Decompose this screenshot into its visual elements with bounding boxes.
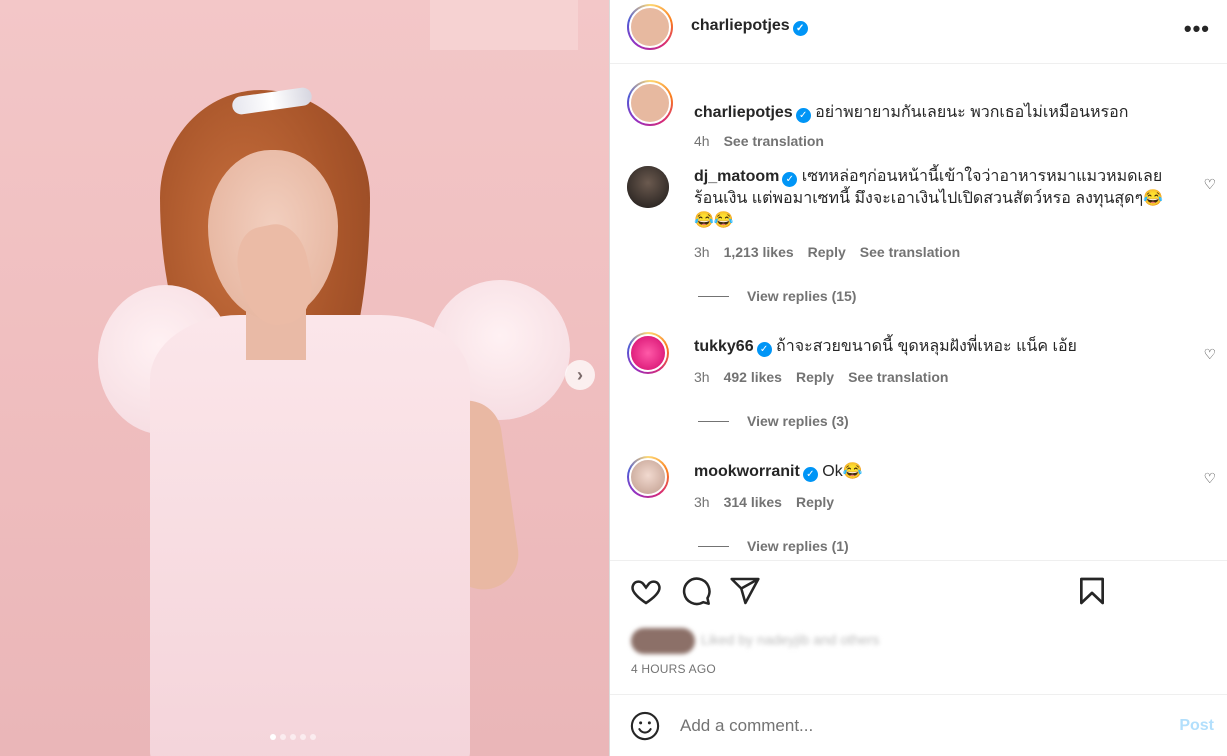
dress — [150, 315, 470, 756]
commenter-username[interactable]: tukky66 — [694, 338, 754, 355]
see-translation-link[interactable]: See translation — [724, 133, 824, 149]
caption-text: อย่าพยายามกันเลยนะ พวกเธอไม่เหมือนหรอก — [815, 104, 1129, 121]
comment-meta: 3h 314 likes Reply — [694, 494, 834, 510]
carousel-dot — [290, 734, 296, 740]
commenter-username[interactable]: mookworranit — [694, 463, 800, 480]
commenter-username[interactable]: dj_matoom — [694, 168, 779, 185]
liker-avatars — [631, 628, 695, 654]
reply-button[interactable]: Reply — [796, 369, 834, 385]
commenter-avatar[interactable] — [627, 332, 669, 374]
comment-body: dj_matoom ✓ เซทหล่อๆก่อนหน้านี้เข้าใจว่าอ… — [694, 166, 1174, 232]
caption-avatar[interactable] — [627, 80, 673, 126]
carousel-dot — [270, 734, 276, 740]
carousel-dot — [310, 734, 316, 740]
view-replies-label[interactable]: View replies (15) — [747, 288, 856, 304]
more-horizontal-icon[interactable]: ••• — [1184, 16, 1210, 42]
comment-meta: 3h 1,213 likes Reply See translation — [694, 244, 960, 260]
heart-icon[interactable] — [630, 575, 662, 607]
view-replies-label[interactable]: View replies (1) — [747, 538, 849, 554]
comment-body: tukky66 ✓ ถ้าจะสวยขนาดนี้ ขุดหลุมฝังพี่เห… — [694, 336, 1174, 358]
emoji-smile-icon[interactable] — [630, 711, 660, 741]
post-image[interactable]: › — [0, 0, 609, 756]
bookmark-icon[interactable] — [1076, 575, 1108, 607]
liked-by-text[interactable]: Liked by nadeyjib and others — [701, 632, 879, 648]
reply-button[interactable]: Reply — [796, 494, 834, 510]
view-replies-button[interactable]: View replies (3) — [698, 413, 849, 429]
commenter-avatar[interactable] — [627, 456, 669, 498]
next-image-chevron-right-icon[interactable]: › — [565, 360, 595, 390]
comment-icon[interactable] — [680, 575, 712, 607]
verified-badge-icon: ✓ — [792, 21, 808, 36]
comment-text: Ok😂 — [822, 463, 863, 480]
post-sidebar: charliepotjes ✓ ••• charliepotjes ✓ อย่าพย… — [609, 0, 1227, 756]
replies-line — [698, 420, 729, 422]
action-bar — [610, 560, 1227, 626]
reply-button[interactable]: Reply — [808, 244, 846, 260]
comment-time: 3h — [694, 244, 710, 260]
verified-badge-icon: ✓ — [756, 342, 772, 357]
post-time: 4 HOURS AGO — [631, 662, 716, 676]
comment-likes[interactable]: 314 likes — [724, 494, 782, 510]
verified-badge-icon: ✓ — [802, 467, 818, 482]
replies-line — [698, 295, 729, 297]
author-username[interactable]: charliepotjes ✓ — [691, 17, 808, 36]
commenter-avatar[interactable] — [627, 166, 669, 208]
comment-like-heart-icon[interactable]: ♡ — [1203, 346, 1216, 363]
comment-time: 3h — [694, 369, 710, 385]
liked-by[interactable]: Liked by nadeyjib and others — [631, 628, 879, 654]
post-header: charliepotjes ✓ ••• — [610, 0, 1227, 64]
comment-likes[interactable]: 492 likes — [724, 369, 782, 385]
comment-bar: Post — [610, 694, 1227, 756]
see-translation-link[interactable]: See translation — [860, 244, 960, 260]
comment-input[interactable] — [680, 713, 1140, 739]
view-replies-button[interactable]: View replies (1) — [698, 538, 849, 554]
carousel-dot — [280, 734, 286, 740]
share-icon[interactable] — [729, 575, 761, 607]
replies-line — [698, 545, 729, 547]
view-replies-label[interactable]: View replies (3) — [747, 413, 849, 429]
comment-time: 3h — [694, 494, 710, 510]
see-translation-link[interactable]: See translation — [848, 369, 948, 385]
comment-like-heart-icon[interactable]: ♡ — [1203, 176, 1216, 193]
comment-text: ถ้าจะสวยขนาดนี้ ขุดหลุมฝังพี่เหอะ แน็ค เ… — [776, 338, 1077, 355]
carousel-dots — [270, 734, 316, 740]
caption-body: charliepotjes ✓ อย่าพยายามกันเลยนะ พวกเธอ… — [694, 102, 1194, 124]
author-avatar[interactable] — [627, 4, 673, 50]
comments-list: charliepotjes ✓ อย่าพยายามกันเลยนะ พวกเธอ… — [610, 64, 1227, 560]
comment-meta: 3h 492 likes Reply See translation — [694, 369, 948, 385]
caption-time: 4h — [694, 133, 710, 149]
post-comment-button[interactable]: Post — [1179, 717, 1214, 735]
view-replies-button[interactable]: View replies (15) — [698, 288, 856, 304]
verified-badge-icon: ✓ — [795, 108, 811, 123]
comment-body: mookworranit ✓ Ok😂 — [694, 461, 1174, 483]
verified-badge-icon: ✓ — [782, 172, 798, 187]
author-name[interactable]: charliepotjes — [691, 17, 790, 34]
caption-username[interactable]: charliepotjes — [694, 104, 793, 121]
carousel-dot — [300, 734, 306, 740]
background-patch — [430, 0, 578, 50]
comment-like-heart-icon[interactable]: ♡ — [1203, 470, 1216, 487]
caption-meta: 4h See translation — [694, 133, 824, 149]
comment-likes[interactable]: 1,213 likes — [724, 244, 794, 260]
